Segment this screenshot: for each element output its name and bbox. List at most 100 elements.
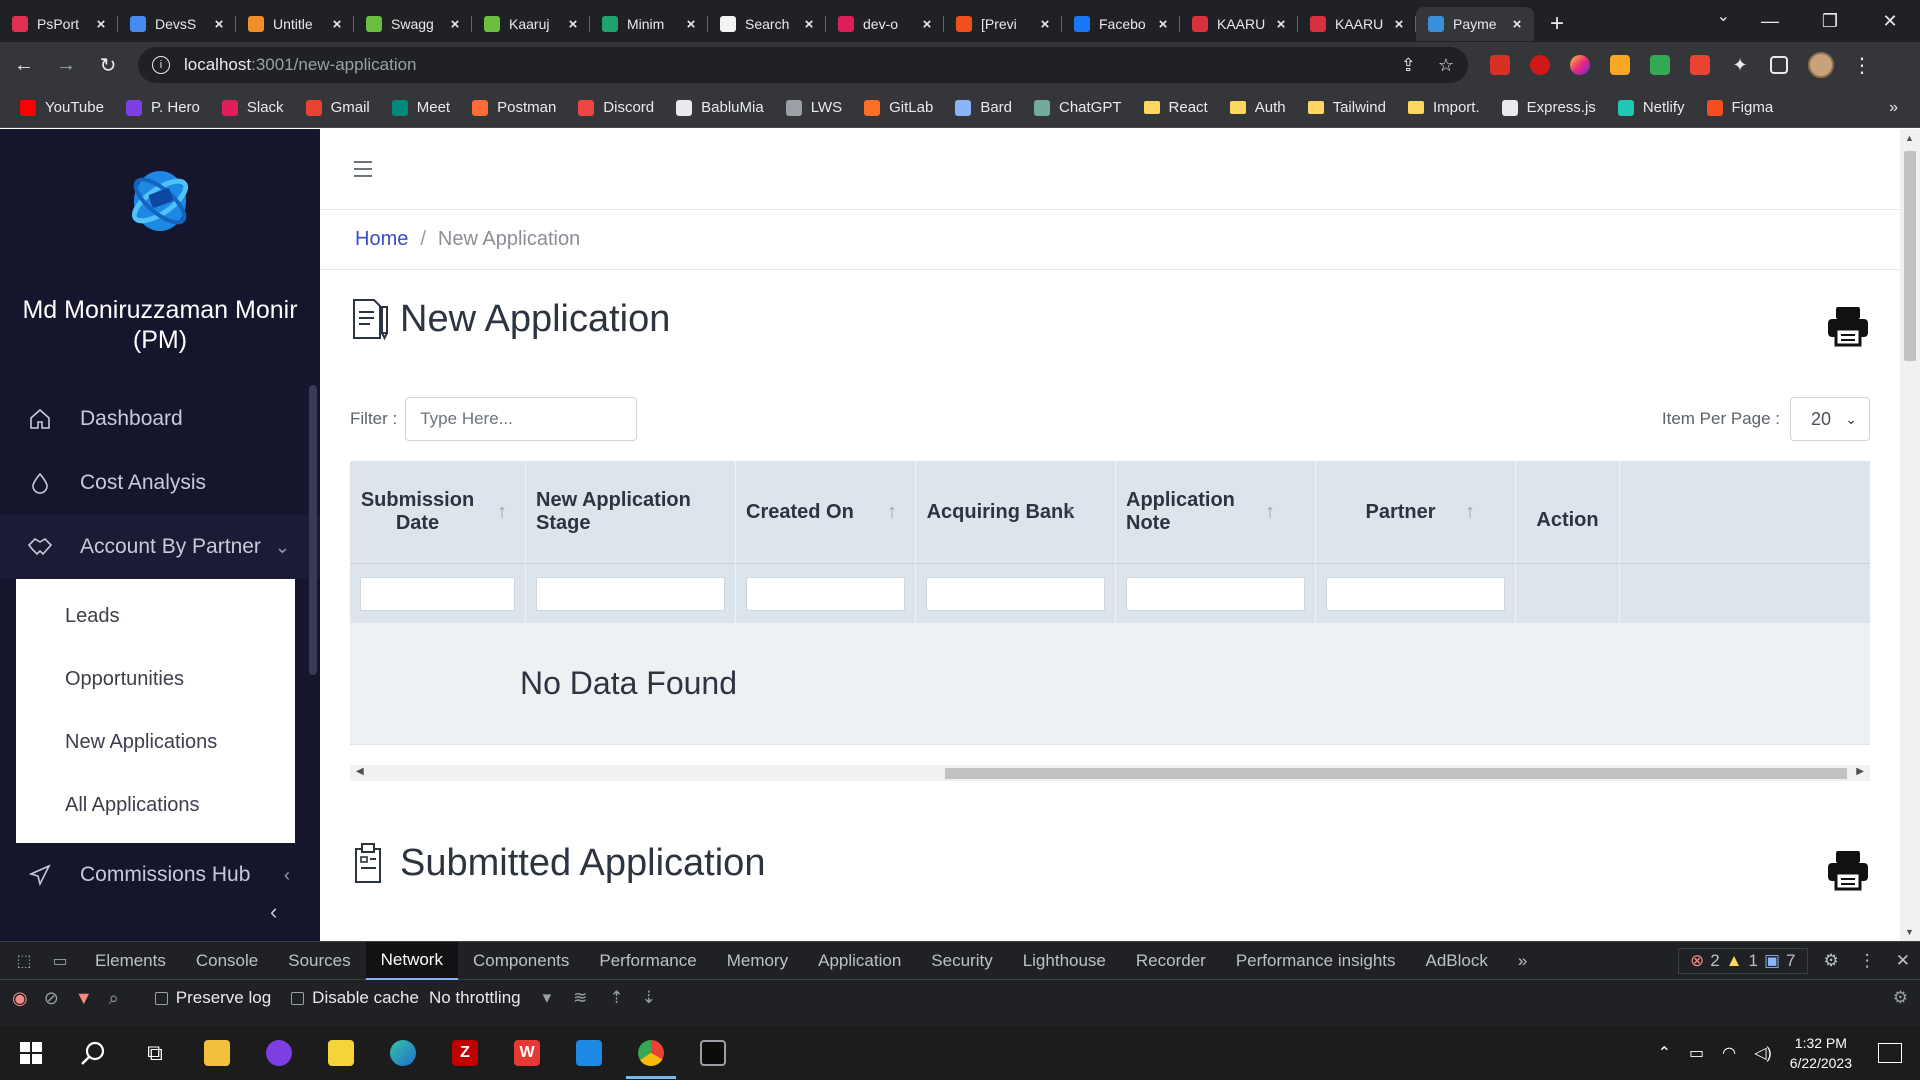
- submenu-item-leads[interactable]: Leads: [16, 585, 295, 648]
- sticky-app-icon[interactable]: [310, 1026, 372, 1080]
- restore-button[interactable]: ❐: [1800, 0, 1860, 42]
- new-tab-button[interactable]: +: [1540, 7, 1574, 41]
- disable-cache-checkbox[interactable]: [291, 991, 305, 1005]
- sidebar-item-commissions-hub[interactable]: Commissions Hub ‹: [0, 843, 320, 907]
- scroll-down-arrow-icon[interactable]: ▼: [1905, 927, 1914, 937]
- side-panel-icon[interactable]: [1770, 56, 1788, 74]
- bookmark-item[interactable]: Bard: [955, 99, 1012, 116]
- import-icon[interactable]: ⇡: [609, 988, 623, 1008]
- close-tab-icon[interactable]: ×: [682, 16, 700, 33]
- scroll-left-arrow-icon[interactable]: ◀: [356, 766, 364, 777]
- wifi-icon[interactable]: ◠: [1722, 1043, 1736, 1063]
- print-icon[interactable]: [1826, 849, 1870, 891]
- bookmark-star-icon[interactable]: ☆: [1438, 55, 1454, 76]
- bookmark-folder[interactable]: React: [1143, 99, 1208, 116]
- close-tab-icon[interactable]: ×: [1154, 16, 1172, 33]
- browser-tab[interactable]: KAARU ×: [1180, 7, 1298, 41]
- volume-icon[interactable]: ◁): [1754, 1043, 1772, 1063]
- column-header[interactable]: Created On ↑: [736, 461, 916, 563]
- column-header[interactable]: Application Note ↑: [1116, 461, 1316, 563]
- scrollbar-thumb[interactable]: [1904, 151, 1916, 361]
- bookmark-item[interactable]: P. Hero: [125, 99, 200, 116]
- bookmark-item[interactable]: Discord: [578, 99, 654, 116]
- search-icon[interactable]: [62, 1026, 124, 1080]
- bookmark-item[interactable]: Gmail: [305, 99, 370, 116]
- devtools-tab[interactable]: Performance: [584, 942, 711, 980]
- forward-button[interactable]: →: [48, 47, 84, 83]
- extension-icon[interactable]: [1530, 55, 1550, 75]
- browser-tab[interactable]: Kaaruj ×: [472, 7, 590, 41]
- browser-tab[interactable]: Minim ×: [590, 7, 708, 41]
- chrome-icon[interactable]: [620, 1026, 682, 1080]
- browser-tab[interactable]: Payme ×: [1416, 7, 1534, 41]
- windows-start-icon[interactable]: [0, 1026, 62, 1080]
- close-tab-icon[interactable]: ×: [446, 16, 464, 33]
- column-header[interactable]: Acquiring Bank ↑: [916, 461, 1116, 563]
- bookmark-item[interactable]: GitLab: [864, 99, 933, 116]
- bookmark-item[interactable]: LWS: [785, 99, 842, 116]
- devtools-tab[interactable]: Sources: [273, 942, 365, 980]
- column-filter-input[interactable]: [926, 577, 1105, 611]
- share-icon[interactable]: ⇪: [1401, 55, 1416, 76]
- sidebar-item-account-by-partner[interactable]: Account By Partner ⌄: [0, 515, 320, 579]
- bookmark-folder[interactable]: Tailwind: [1307, 99, 1386, 116]
- devtools-tab[interactable]: Recorder: [1121, 942, 1221, 980]
- terminal-icon[interactable]: [682, 1026, 744, 1080]
- bookmark-item[interactable]: BabluMia: [676, 99, 764, 116]
- sort-arrow-icon[interactable]: ↑: [1465, 501, 1475, 524]
- back-button[interactable]: ←: [6, 47, 42, 83]
- close-tab-icon[interactable]: ×: [1272, 16, 1290, 33]
- bookmarks-overflow-icon[interactable]: »: [1889, 99, 1898, 117]
- devtools-tab[interactable]: Security: [916, 942, 1007, 980]
- submenu-item-new-applications[interactable]: New Applications: [16, 711, 295, 774]
- breadcrumb-home-link[interactable]: Home: [355, 228, 408, 251]
- wps-office-icon[interactable]: W: [496, 1026, 558, 1080]
- site-info-icon[interactable]: i: [152, 56, 170, 74]
- close-tab-icon[interactable]: ×: [800, 16, 818, 33]
- sort-arrow-icon[interactable]: ↑: [497, 501, 507, 524]
- submenu-item-opportunities[interactable]: Opportunities: [16, 648, 295, 711]
- devtools-tab[interactable]: Memory: [712, 942, 803, 980]
- close-tab-icon[interactable]: ×: [210, 16, 228, 33]
- close-tab-icon[interactable]: ×: [1036, 16, 1054, 33]
- devtools-tab[interactable]: Network: [365, 941, 458, 980]
- file-explorer-icon[interactable]: [186, 1026, 248, 1080]
- address-bar[interactable]: i localhost:3001/new-application ⇪ ☆: [138, 47, 1468, 83]
- submenu-item-all-applications[interactable]: All Applications: [16, 774, 295, 837]
- puzzle-icon[interactable]: ✦: [1730, 55, 1750, 75]
- column-filter-input[interactable]: [746, 577, 905, 611]
- bookmark-item[interactable]: Slack: [221, 99, 284, 116]
- close-devtools-icon[interactable]: ✕: [1896, 951, 1910, 971]
- scroll-up-arrow-icon[interactable]: ▲: [1905, 133, 1914, 143]
- browser-tab[interactable]: dev-o ×: [826, 7, 944, 41]
- devtools-tab[interactable]: Lighthouse: [1008, 942, 1121, 980]
- column-filter-input[interactable]: [360, 577, 515, 611]
- network-settings-gear-icon[interactable]: ⚙: [1893, 988, 1908, 1008]
- menu-kebab-icon[interactable]: ⋮: [1852, 53, 1872, 78]
- extension-icon[interactable]: [1490, 55, 1510, 75]
- edge-icon[interactable]: [372, 1026, 434, 1080]
- extension-icon[interactable]: [1690, 55, 1710, 75]
- browser-tab[interactable]: [Previ ×: [944, 7, 1062, 41]
- filter-funnel-icon[interactable]: ▼: [75, 988, 93, 1009]
- close-tab-icon[interactable]: ×: [328, 16, 346, 33]
- preserve-log-checkbox[interactable]: [154, 991, 168, 1005]
- collapse-sidebar-chevron-icon[interactable]: ‹: [270, 899, 277, 925]
- extension-icon[interactable]: [1610, 55, 1630, 75]
- column-filter-input[interactable]: [536, 577, 725, 611]
- devtools-tab[interactable]: AdBlock: [1411, 942, 1503, 980]
- reload-button[interactable]: ↻: [90, 47, 126, 83]
- devtools-tab[interactable]: Application: [803, 942, 916, 980]
- scrollbar-thumb[interactable]: [945, 768, 1847, 779]
- github-desktop-icon[interactable]: [248, 1026, 310, 1080]
- task-view-icon[interactable]: ⧉: [124, 1026, 186, 1080]
- bookmark-item[interactable]: Express.js: [1501, 99, 1596, 116]
- close-tab-icon[interactable]: ×: [92, 16, 110, 33]
- devtools-menu-kebab-icon[interactable]: ⋮: [1859, 951, 1876, 971]
- print-icon[interactable]: [1826, 305, 1870, 347]
- sort-arrow-icon[interactable]: ↑: [1265, 501, 1275, 524]
- table-horizontal-scrollbar[interactable]: ◀ ▶: [350, 765, 1870, 781]
- clock[interactable]: 1:32 PM 6/22/2023: [1790, 1033, 1852, 1073]
- tab-search-chevron-icon[interactable]: ⌄: [1717, 6, 1730, 26]
- close-window-button[interactable]: ✕: [1860, 0, 1920, 42]
